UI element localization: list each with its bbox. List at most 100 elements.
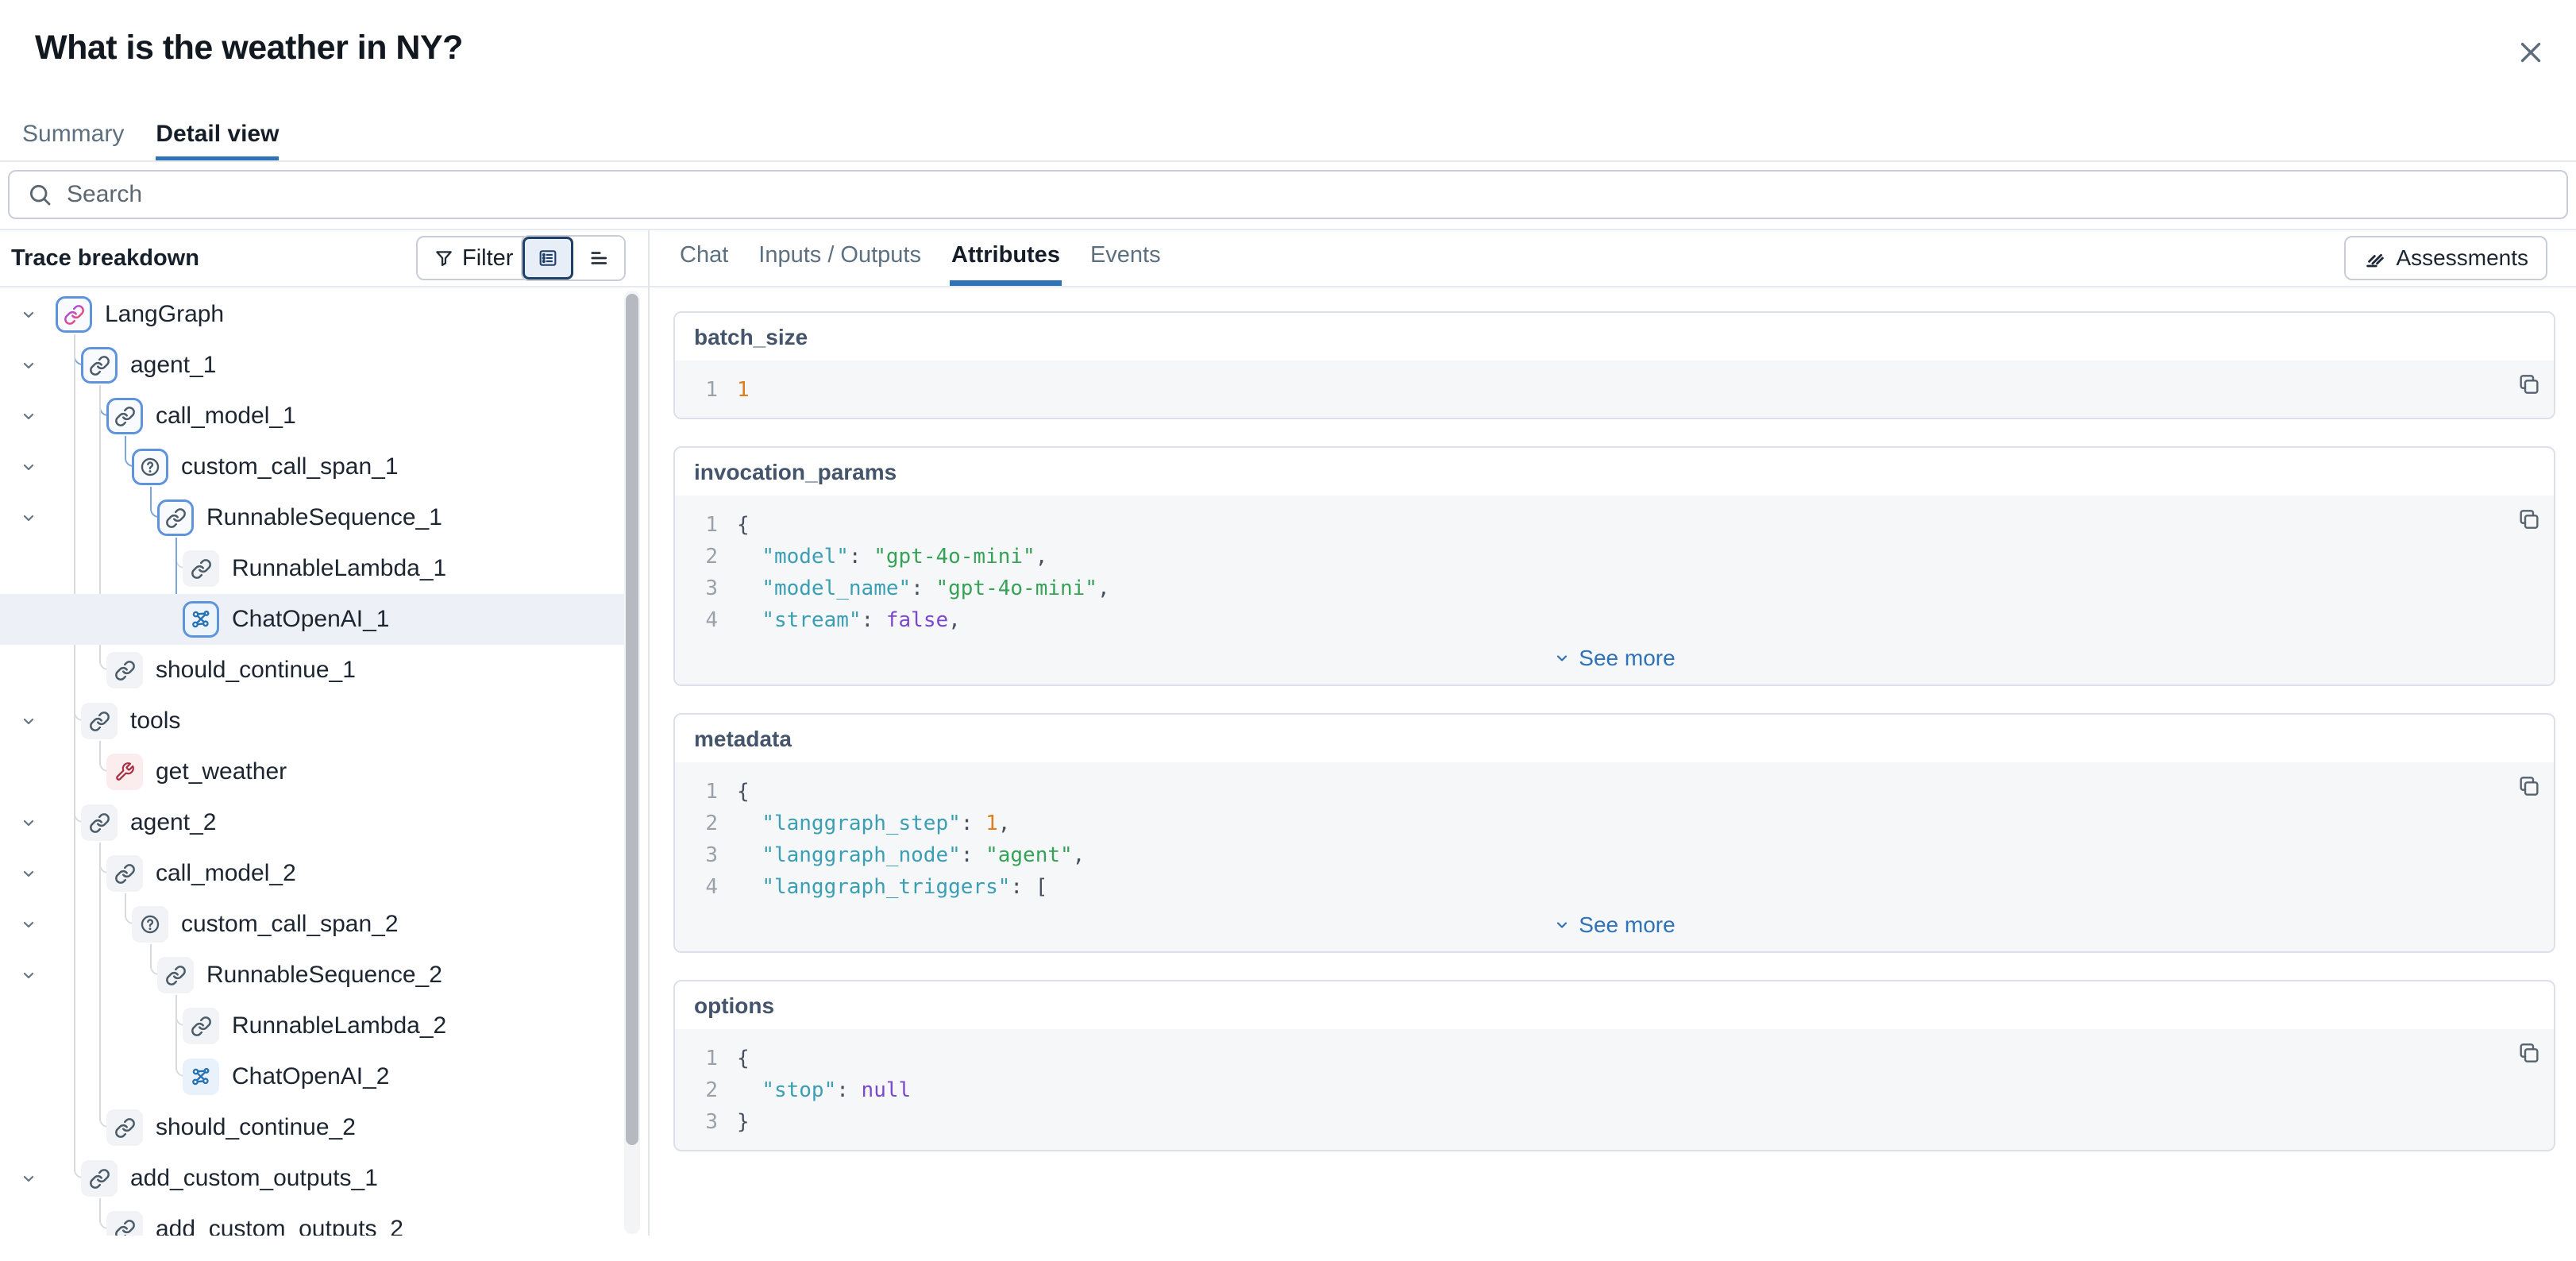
code-line: 3 "langgraph_node": "agent", [694,839,2535,871]
chain-icon [183,1008,219,1044]
timeline-view-button[interactable] [573,237,624,280]
tree-row-label: custom_call_span_1 [181,442,399,492]
chevron-down-icon[interactable] [19,915,38,934]
tree-row-langgraph[interactable]: LangGraph [0,289,646,340]
attribute-card-invocation_params: invocation_params1{2 "model": "gpt-4o-mi… [673,446,2555,686]
question-icon [132,906,168,943]
detail-tab-inputs-outputs[interactable]: Inputs / Outputs [757,230,923,286]
chain-icon [81,804,118,841]
tree-row-chatopenai_2[interactable]: ChatOpenAI_2 [0,1051,646,1102]
tree-row-add_custom_outputs_1[interactable]: add_custom_outputs_1 [0,1153,646,1204]
detail-tab-events[interactable]: Events [1089,230,1163,286]
tree-row-label: agent_2 [130,797,216,848]
code-line: 2 "stop": null [694,1074,2535,1106]
code-line: 3 "model_name": "gpt-4o-mini", [694,573,2535,604]
copy-icon[interactable] [2516,773,2541,799]
code-content: "stream": false, [737,604,961,636]
tab-summary[interactable]: Summary [22,111,124,162]
trace-modal: What is the weather in NY? SummaryDetail… [0,0,2576,1261]
tree-row-should_continue_1[interactable]: should_continue_1 [0,645,646,696]
chain-icon [106,398,143,434]
trace-tree: LangGraphagent_1call_model_1custom_call_… [0,289,646,1236]
model-icon [183,1059,219,1095]
chevron-down-icon[interactable] [19,407,38,426]
tabs-divider [0,160,2576,162]
chain-icon [106,652,143,688]
tree-row-runnablesequence_1[interactable]: RunnableSequence_1 [0,492,646,543]
chevron-down-icon[interactable] [19,864,38,883]
trace-breakdown-title: Trace breakdown [11,230,199,286]
copy-icon[interactable] [2516,507,2541,532]
search-input[interactable] [65,180,2566,209]
tree-row-runnablelambda_1[interactable]: RunnableLambda_1 [0,543,646,594]
see-more-button[interactable]: See more [694,636,2535,673]
chevron-down-icon[interactable] [19,508,38,527]
tree-row-agent_2[interactable]: agent_2 [0,797,646,848]
chevron-down-icon[interactable] [19,1169,38,1188]
code-line: 4 "langgraph_triggers": [ [694,871,2535,903]
tree-row-custom_call_span_1[interactable]: custom_call_span_1 [0,442,646,492]
tree-row-label: should_continue_1 [156,645,356,696]
wrench-icon [106,754,143,790]
close-icon[interactable] [2517,35,2552,70]
tree-row-runnablesequence_2[interactable]: RunnableSequence_2 [0,950,646,1001]
code-line: 1{ [694,1043,2535,1074]
filter-funnel-icon [434,248,454,268]
tree-row-agent_1[interactable]: agent_1 [0,340,646,391]
detail-tab-chat[interactable]: Chat [678,230,730,286]
chevron-down-icon[interactable] [19,305,38,324]
line-number: 1 [694,1043,718,1074]
detail-tab-attributes[interactable]: Attributes [950,230,1062,286]
code-content: "model_name": "gpt-4o-mini", [737,573,1110,604]
tree-row-chatopenai_1[interactable]: ChatOpenAI_1 [0,594,646,645]
span-list-view-button[interactable] [523,237,573,280]
attribute-code-block: 1{2 "langgraph_step": 1,3 "langgraph_nod… [675,762,2554,951]
code-line: 2 "langgraph_step": 1, [694,808,2535,839]
attribute-card-title: batch_size [675,313,2554,361]
tree-row-label: agent_1 [130,340,216,391]
tree-scrollbar-thumb[interactable] [626,294,638,1145]
tree-scrollbar [624,291,640,1234]
tree-row-add_custom_outputs_2[interactable]: add_custom_outputs_2 [0,1204,646,1236]
copy-icon[interactable] [2516,1040,2541,1066]
assessments-button[interactable]: Assessments [2344,236,2548,280]
attribute-card-title: metadata [675,715,2554,762]
tree-row-label: call_model_2 [156,848,296,899]
attribute-card-title: invocation_params [675,448,2554,496]
code-content: 1 [737,374,750,406]
chevron-down-icon[interactable] [19,711,38,731]
tree-row-label: RunnableLambda_2 [232,1001,446,1051]
chevron-down-icon[interactable] [19,813,38,832]
detail-panel-header: Chat Inputs / Outputs Attributes Events Ass… [650,230,2576,287]
line-number: 2 [694,808,718,839]
see-more-button[interactable]: See more [694,903,2535,939]
tree-row-runnablelambda_2[interactable]: RunnableLambda_2 [0,1001,646,1051]
top-tabs: Summary Detail view [22,111,279,162]
code-content: "model": "gpt-4o-mini", [737,541,1047,573]
line-number: 1 [694,509,718,541]
tab-detail-view[interactable]: Detail view [156,111,279,162]
search-icon [27,182,52,207]
attribute-code-block: 11 [675,361,2554,418]
chevron-down-icon[interactable] [19,356,38,375]
see-more-chevron-icon [1553,650,1571,667]
code-line: 1{ [694,509,2535,541]
tree-row-get_weather[interactable]: get_weather [0,746,646,797]
chevron-down-icon[interactable] [19,966,38,985]
tree-row-should_continue_2[interactable]: should_continue_2 [0,1102,646,1153]
tree-row-label: custom_call_span_2 [181,899,399,950]
code-line: 11 [694,374,2535,406]
tree-row-custom_call_span_2[interactable]: custom_call_span_2 [0,899,646,950]
tree-row-call_model_1[interactable]: call_model_1 [0,391,646,442]
tree-row-call_model_2[interactable]: call_model_2 [0,848,646,899]
chain-icon [157,499,194,536]
tree-row-tools[interactable]: tools [0,696,646,746]
tree-row-label: call_model_1 [156,391,296,442]
tree-row-label: add_custom_outputs_2 [156,1204,403,1236]
line-number: 2 [694,1074,718,1106]
copy-icon[interactable] [2516,372,2541,397]
filter-button[interactable]: Filter [416,236,530,280]
chain-icon [106,1211,143,1236]
chevron-down-icon[interactable] [19,457,38,476]
assessments-button-label: Assessments [2397,245,2529,271]
